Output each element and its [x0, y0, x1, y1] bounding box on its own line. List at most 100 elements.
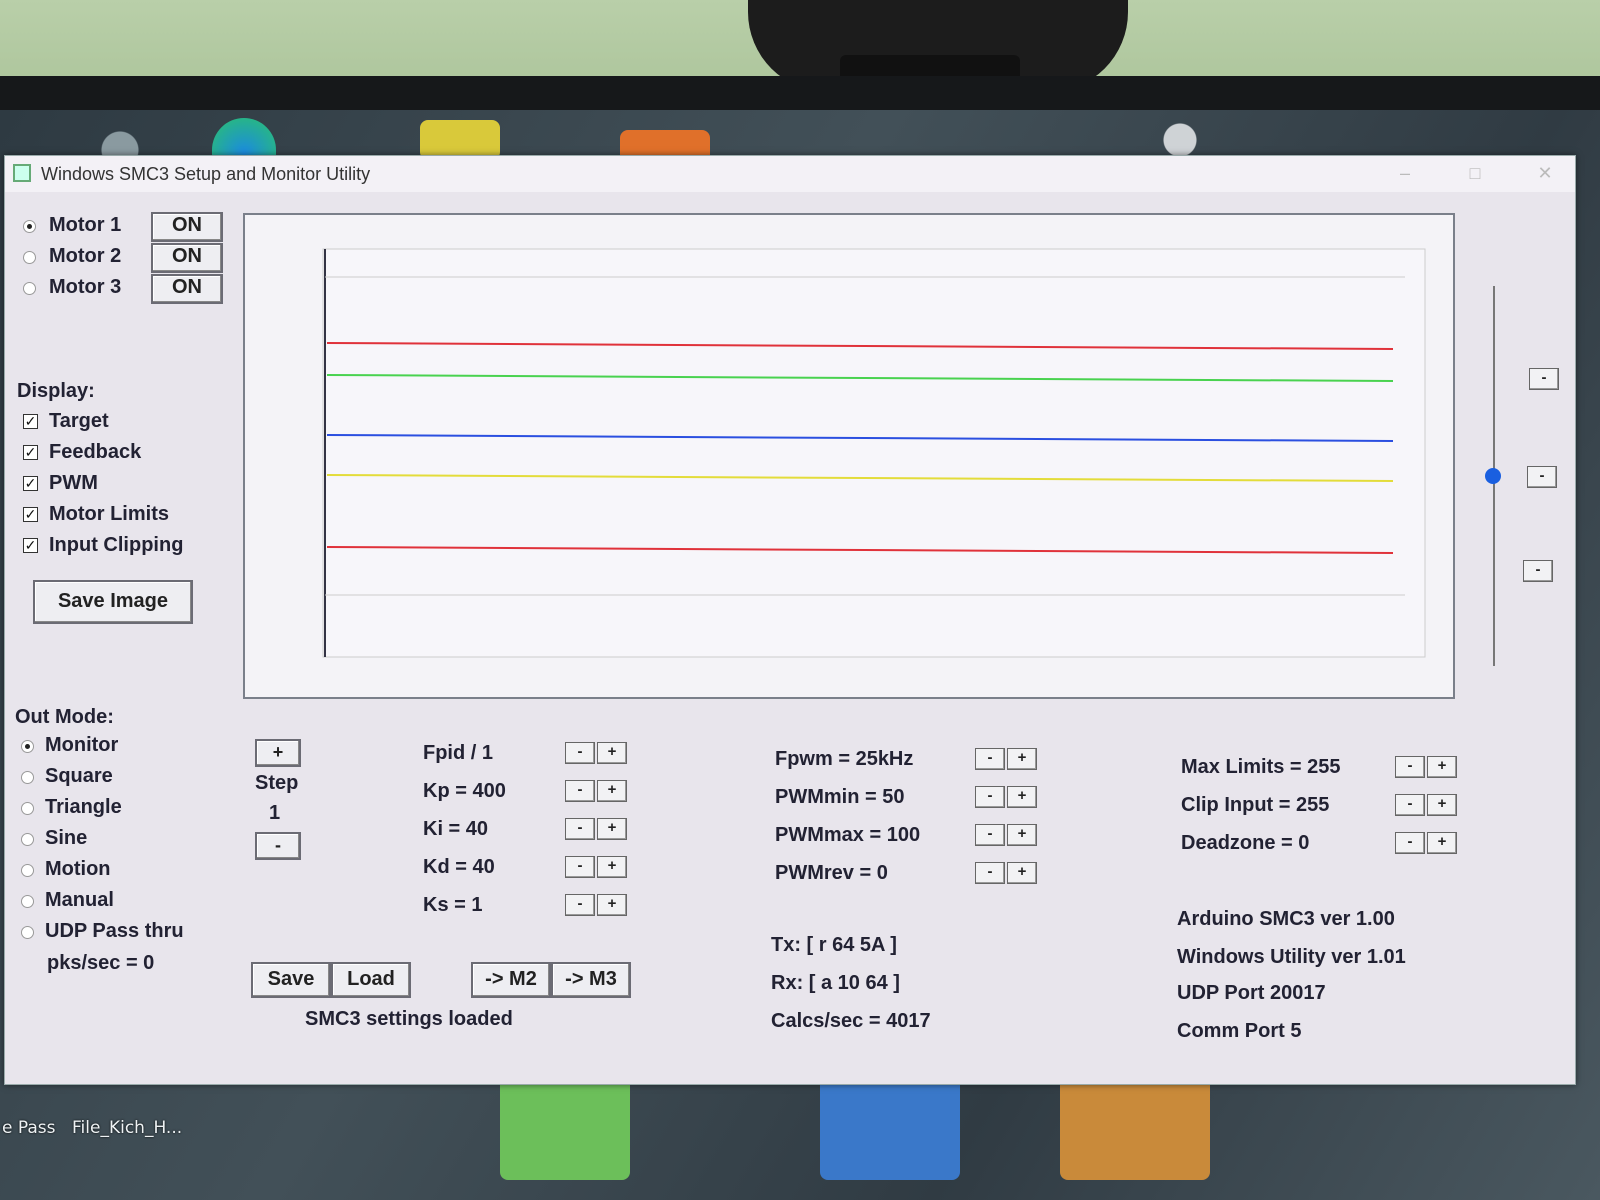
- target-checkbox[interactable]: ✓: [23, 414, 38, 429]
- monitor-radio[interactable]: [21, 740, 34, 753]
- wallpaper-component: [1060, 1070, 1210, 1180]
- deadzone-plus-button[interactable]: +: [1427, 832, 1457, 854]
- sine-label: Sine: [45, 827, 88, 849]
- maximize-icon[interactable]: □: [1455, 160, 1495, 186]
- triangle-radio[interactable]: [21, 802, 34, 815]
- kp-minus-button[interactable]: -: [565, 780, 595, 802]
- taskbar-item[interactable]: e Pass: [2, 1118, 55, 1138]
- target-label: Target: [49, 410, 109, 432]
- status-message: SMC3 settings loaded: [305, 1008, 513, 1030]
- max-limits-minus-button[interactable]: -: [1395, 756, 1425, 778]
- copy-to-m2-button[interactable]: -> M2: [471, 962, 551, 998]
- kp-label: Kp = 400: [423, 780, 506, 802]
- ks-label: Ks = 1: [423, 894, 483, 916]
- feedback-label: Feedback: [49, 441, 142, 463]
- udp-port: UDP Port 20017: [1177, 982, 1326, 1004]
- ks-minus-button[interactable]: -: [565, 894, 595, 916]
- max-limits-plus-button[interactable]: +: [1427, 756, 1457, 778]
- motor-limits-checkbox[interactable]: ✓: [23, 507, 38, 522]
- save-image-button[interactable]: Save Image: [33, 580, 193, 624]
- feedback-checkbox[interactable]: ✓: [23, 445, 38, 460]
- minimize-icon[interactable]: –: [1385, 160, 1425, 186]
- pwm-checkbox[interactable]: ✓: [23, 476, 38, 491]
- kd-minus-button[interactable]: -: [565, 856, 595, 878]
- square-label: Square: [45, 765, 113, 787]
- slider-top-minus-button[interactable]: -: [1529, 368, 1559, 390]
- wallpaper-component: [420, 120, 500, 160]
- ki-minus-button[interactable]: -: [565, 818, 595, 840]
- ks-plus-button[interactable]: +: [597, 894, 627, 916]
- pwmrev-plus-button[interactable]: +: [1007, 862, 1037, 884]
- kp-plus-button[interactable]: +: [597, 780, 627, 802]
- close-icon[interactable]: ✕: [1525, 160, 1565, 186]
- plot-area: [322, 248, 1426, 658]
- pwmrev-label: PWMrev = 0: [775, 862, 888, 884]
- motor-1-radio[interactable]: [23, 220, 36, 233]
- motor-2-on-button[interactable]: ON: [151, 243, 223, 273]
- step-minus-button[interactable]: -: [255, 832, 301, 860]
- square-radio[interactable]: [21, 771, 34, 784]
- kd-plus-button[interactable]: +: [597, 856, 627, 878]
- vertical-slider-thumb[interactable]: [1485, 468, 1501, 484]
- wallpaper-component: [820, 1070, 960, 1180]
- deadzone-minus-button[interactable]: -: [1395, 832, 1425, 854]
- step-label: Step: [255, 772, 299, 794]
- motor-1-on-button[interactable]: ON: [151, 212, 223, 242]
- ki-plus-button[interactable]: +: [597, 818, 627, 840]
- window-title: Windows SMC3 Setup and Monitor Utility: [41, 164, 371, 184]
- pwm-label: PWM: [49, 472, 98, 494]
- title-bar[interactable]: Windows SMC3 Setup and Monitor Utility –…: [5, 156, 1575, 192]
- motion-radio[interactable]: [21, 864, 34, 877]
- pwmmin-label: PWMmin = 50: [775, 786, 905, 808]
- sine-radio[interactable]: [21, 833, 34, 846]
- taskbar-item[interactable]: File_Kich_H...: [72, 1118, 182, 1138]
- fpid-plus-button[interactable]: +: [597, 742, 627, 764]
- triangle-label: Triangle: [45, 796, 122, 818]
- app-icon: [13, 164, 31, 182]
- manual-label: Manual: [45, 889, 114, 911]
- motor-2-label: Motor 2: [49, 245, 122, 267]
- udp-pass-thru-radio[interactable]: [21, 926, 34, 939]
- motor-2-radio[interactable]: [23, 251, 36, 264]
- tx-readout: Tx: [ r 64 5A ]: [771, 934, 897, 956]
- fpwm-plus-button[interactable]: +: [1007, 748, 1037, 770]
- pwmmax-plus-button[interactable]: +: [1007, 824, 1037, 846]
- step-plus-button[interactable]: +: [255, 739, 301, 767]
- slider-bottom-minus-button[interactable]: -: [1523, 560, 1553, 582]
- input-clipping-checkbox[interactable]: ✓: [23, 538, 38, 553]
- wallpaper-component: [500, 1070, 630, 1180]
- clip-input-plus-button[interactable]: +: [1427, 794, 1457, 816]
- step-value: 1: [269, 802, 281, 824]
- motor-3-radio[interactable]: [23, 282, 36, 295]
- pwmrev-minus-button[interactable]: -: [975, 862, 1005, 884]
- manual-radio[interactable]: [21, 895, 34, 908]
- pwmmin-minus-button[interactable]: -: [975, 786, 1005, 808]
- pks-readout: pks/sec = 0: [47, 952, 155, 974]
- fpwm-minus-button[interactable]: -: [975, 748, 1005, 770]
- comm-port: Comm Port 5: [1177, 1020, 1302, 1042]
- motor-3-on-button[interactable]: ON: [151, 274, 223, 304]
- calcs-readout: Calcs/sec = 4017: [771, 1010, 931, 1032]
- udp-pass-thru-label: UDP Pass thru: [45, 920, 184, 942]
- monitor-label: Monitor: [45, 734, 119, 756]
- pwmmax-label: PWMmax = 100: [775, 824, 921, 846]
- motor-limits-label: Motor Limits: [49, 503, 169, 525]
- app-window: Windows SMC3 Setup and Monitor Utility –…: [4, 155, 1576, 1085]
- motor-3-label: Motor 3: [49, 276, 122, 298]
- graph-plot: [322, 248, 1426, 658]
- deadzone-label: Deadzone = 0: [1181, 832, 1310, 854]
- clip-input-minus-button[interactable]: -: [1395, 794, 1425, 816]
- slider-mid-minus-button[interactable]: -: [1527, 466, 1557, 488]
- pwmmin-plus-button[interactable]: +: [1007, 786, 1037, 808]
- copy-to-m3-button[interactable]: -> M3: [551, 962, 631, 998]
- save-button[interactable]: Save: [251, 962, 331, 998]
- pwmmax-minus-button[interactable]: -: [975, 824, 1005, 846]
- kd-label: Kd = 40: [423, 856, 495, 878]
- arduino-version: Arduino SMC3 ver 1.00: [1177, 908, 1395, 930]
- load-button[interactable]: Load: [331, 962, 411, 998]
- input-clipping-label: Input Clipping: [49, 534, 184, 556]
- motion-label: Motion: [45, 858, 111, 880]
- graph-panel: [243, 213, 1455, 699]
- fpid-minus-button[interactable]: -: [565, 742, 595, 764]
- fpid-label: Fpid / 1: [423, 742, 493, 764]
